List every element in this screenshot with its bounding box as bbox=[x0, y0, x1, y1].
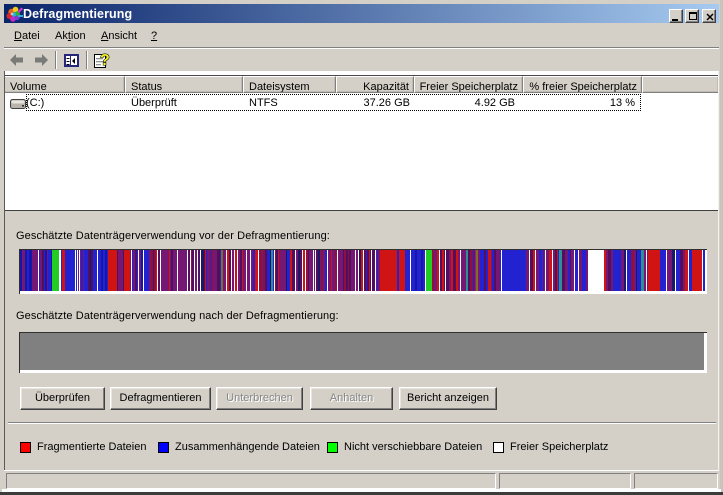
svg-text:?: ? bbox=[100, 52, 110, 69]
